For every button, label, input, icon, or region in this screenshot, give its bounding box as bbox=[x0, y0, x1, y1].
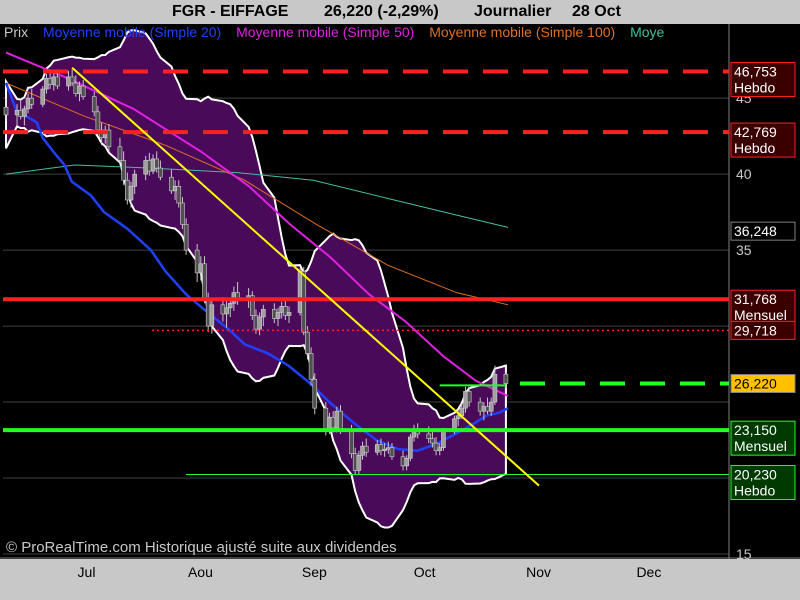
y-tick-label: 40 bbox=[736, 166, 752, 182]
x-tick-label: Nov bbox=[526, 564, 551, 580]
candle-body bbox=[488, 401, 494, 412]
price-tag-caption: Mensuel bbox=[734, 307, 787, 323]
candle-body bbox=[466, 391, 472, 403]
x-tick-label: Dec bbox=[636, 564, 661, 580]
price-tag-value: 26,220 bbox=[734, 376, 777, 392]
price-tag-value: 46,753 bbox=[734, 64, 777, 80]
price-tag-value: 42,769 bbox=[734, 124, 777, 140]
price-tag-caption: Hebdo bbox=[734, 483, 775, 499]
candle-body bbox=[338, 410, 343, 430]
candle-body bbox=[227, 302, 233, 309]
candle-body bbox=[95, 111, 101, 131]
candle-body bbox=[349, 429, 354, 455]
candle-body bbox=[305, 331, 310, 354]
candle-body bbox=[29, 97, 35, 105]
candle-body bbox=[257, 316, 262, 330]
candle-body bbox=[275, 312, 281, 319]
candle-body bbox=[441, 430, 446, 448]
candle-body bbox=[176, 186, 182, 204]
x-tick-label: Oct bbox=[414, 564, 436, 580]
price-tag-value: 29,718 bbox=[734, 322, 777, 338]
candle-body bbox=[312, 378, 318, 409]
candle-body bbox=[308, 353, 314, 380]
candle-body bbox=[389, 447, 395, 458]
copyright-notice: © ProRealTime.com Historique ajusté suit… bbox=[6, 539, 397, 556]
price-tag-value: 20,230 bbox=[734, 467, 777, 483]
candle-body bbox=[301, 271, 307, 333]
x-tick-label: Jul bbox=[78, 564, 96, 580]
candle-body bbox=[209, 304, 215, 327]
x-tick-label: Sep bbox=[302, 564, 327, 580]
y-tick-label: 15 bbox=[736, 546, 752, 562]
price-tag-caption: Hebdo bbox=[734, 80, 775, 96]
candle-body bbox=[69, 76, 75, 84]
candle-body bbox=[91, 96, 97, 113]
candle-body bbox=[492, 373, 498, 403]
candle-body bbox=[80, 85, 86, 97]
candle-body bbox=[356, 454, 362, 471]
chart-window: FGR - EIFFAGE 26,220 (-2,29%) Journalier… bbox=[0, 0, 800, 600]
candle-body bbox=[426, 433, 432, 439]
y-tick-label: 35 bbox=[736, 242, 752, 258]
price-tag-value: 23,150 bbox=[734, 422, 777, 438]
candle-body bbox=[128, 186, 134, 201]
price-tag-caption: Mensuel bbox=[734, 438, 787, 454]
legend-item-price[interactable]: Prix bbox=[4, 24, 28, 40]
legend-item-ma100[interactable]: Moyenne mobile (Simple 100) bbox=[429, 24, 615, 40]
candle bbox=[408, 433, 413, 462]
candle-body bbox=[363, 445, 369, 453]
indicator-legend: Prix Moyenne mobile (Simple 20) Moyenne … bbox=[4, 24, 728, 42]
legend-item-ma20[interactable]: Moyenne mobile (Simple 20) bbox=[43, 24, 221, 40]
candle-body bbox=[180, 202, 185, 225]
candle-body bbox=[404, 457, 409, 467]
candle-body bbox=[183, 223, 189, 251]
candle-body bbox=[455, 415, 461, 420]
candle-body bbox=[430, 438, 435, 444]
legend-item-ma50[interactable]: Moyenne mobile (Simple 50) bbox=[236, 24, 414, 40]
candle-body bbox=[224, 307, 229, 315]
candle-body bbox=[132, 173, 137, 187]
candle-body bbox=[117, 146, 123, 161]
price-tag-value: 31,768 bbox=[734, 291, 777, 307]
candle-body bbox=[437, 447, 443, 451]
candle-body bbox=[154, 158, 160, 169]
candle-body bbox=[158, 167, 163, 178]
candle-body bbox=[55, 76, 60, 87]
candle-body bbox=[261, 309, 266, 318]
price-chart: 1535404546,753Hebdo42,769Hebdo31,768Mens… bbox=[0, 24, 800, 580]
candle-body bbox=[3, 106, 9, 116]
candle bbox=[312, 373, 318, 415]
price-tag-value: 36,248 bbox=[734, 223, 777, 239]
candle-body bbox=[503, 373, 509, 384]
candle-body bbox=[40, 88, 46, 105]
legend-item-extra[interactable]: Moye bbox=[630, 24, 664, 40]
candle-body bbox=[286, 312, 292, 316]
candle-body bbox=[202, 263, 207, 300]
candle-body bbox=[22, 108, 27, 117]
price-tag-caption: Hebdo bbox=[734, 140, 775, 156]
bollinger-band bbox=[5, 29, 507, 529]
x-tick-label: Aou bbox=[188, 564, 213, 580]
candle-body bbox=[121, 160, 126, 181]
candle-body bbox=[408, 436, 413, 459]
